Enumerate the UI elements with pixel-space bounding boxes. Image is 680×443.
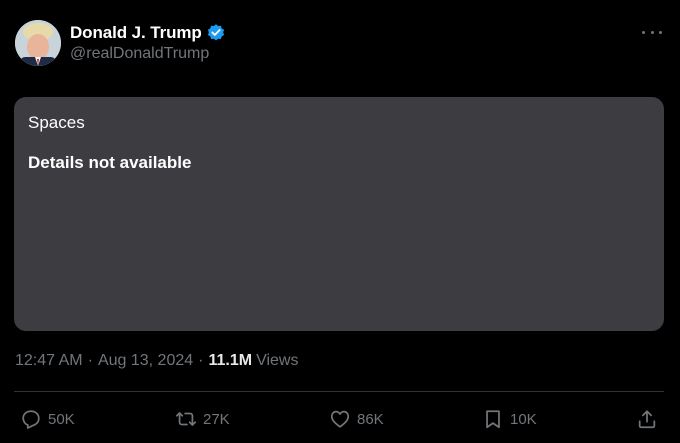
- reply-count: 50K: [48, 410, 75, 428]
- tweet-time[interactable]: 12:47 AM: [15, 352, 83, 370]
- share-button[interactable]: [636, 405, 658, 433]
- like-count: 86K: [357, 410, 384, 428]
- like-button[interactable]: 86K: [329, 405, 384, 433]
- repost-count: 27K: [203, 410, 230, 428]
- repost-button[interactable]: 27K: [175, 405, 230, 433]
- repost-arrows-icon: [175, 412, 197, 426]
- action-bar: 50K 27K 86K 10K: [0, 405, 680, 433]
- divider: [14, 391, 664, 392]
- tweet-date[interactable]: Aug 13, 2024: [98, 352, 193, 370]
- bookmark-button[interactable]: 10K: [482, 405, 537, 433]
- profile-photo: [15, 20, 61, 66]
- avatar[interactable]: [15, 20, 61, 66]
- author-display-name[interactable]: Donald J. Trump: [70, 23, 202, 43]
- author-name-row: Donald J. Trump: [70, 21, 226, 45]
- meta-separator: ·: [198, 352, 204, 369]
- more-dot: [642, 30, 645, 34]
- share-upload-icon: [638, 410, 656, 429]
- more-options-icon[interactable]: [640, 22, 664, 42]
- more-dot: [650, 30, 654, 34]
- spaces-card[interactable]: Spaces Details not available: [14, 97, 664, 331]
- meta-separator: ·: [87, 352, 93, 369]
- more-dot: [659, 30, 662, 34]
- views-label: Views: [256, 352, 299, 369]
- views-count[interactable]: 11.1M: [208, 352, 252, 370]
- spaces-details-text: Details not available: [28, 153, 192, 172]
- reply-button[interactable]: 50K: [20, 405, 75, 433]
- verified-badge-icon: [206, 23, 226, 43]
- bookmark-count: 10K: [510, 410, 537, 428]
- bookmark-icon: [486, 410, 500, 429]
- tweet-meta: 12:47 AM · Aug 13, 2024 · 11.1M Views: [15, 352, 298, 370]
- reply-bubble-icon: [22, 410, 40, 429]
- spaces-label: Spaces: [28, 113, 85, 132]
- heart-icon: [330, 410, 350, 428]
- author-handle[interactable]: @realDonaldTrump: [70, 45, 209, 63]
